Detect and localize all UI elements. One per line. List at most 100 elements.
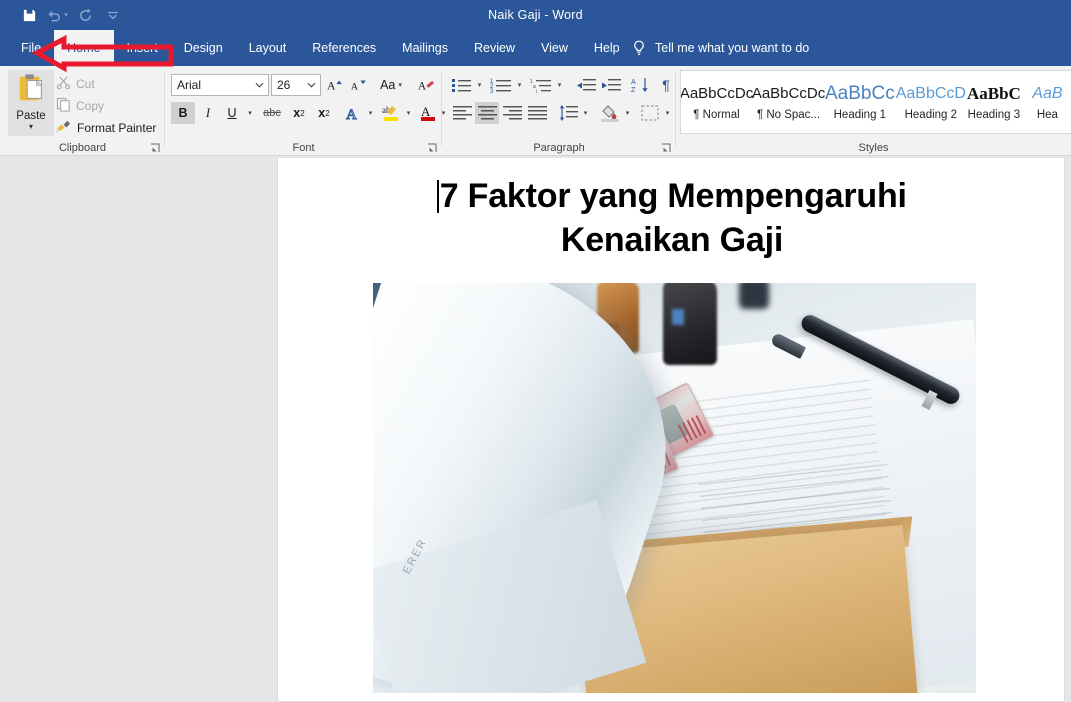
- tab-layout[interactable]: Layout: [236, 30, 300, 66]
- paragraph-dialog-launcher[interactable]: [660, 141, 672, 153]
- style-label: Hea: [1036, 108, 1058, 121]
- image-figurine-far: [739, 283, 769, 309]
- shrink-font-button[interactable]: A: [348, 74, 370, 96]
- multilevel-list-button[interactable]: 1ai: [528, 74, 554, 96]
- shading-chevron-down-icon[interactable]: ▾: [621, 102, 634, 124]
- style-label: Heading 1: [833, 108, 887, 121]
- font-name-input[interactable]: Arial: [171, 74, 269, 96]
- bold-button[interactable]: B: [171, 102, 195, 124]
- ribbon-group-font: Arial 26 A A Aa ▾ A B I U ▾ abc x 2 x 2 …: [165, 66, 445, 156]
- lightbulb-icon: [632, 40, 646, 57]
- subscript-label: x: [293, 106, 301, 120]
- bold-label: B: [178, 106, 188, 120]
- style-heading-4[interactable]: AaB Hea: [1022, 71, 1071, 133]
- italic-button[interactable]: I: [197, 102, 219, 124]
- change-case-label: Aa: [380, 78, 396, 92]
- document-image[interactable]: 100000 100000 100000: [373, 283, 976, 693]
- style-preview: AaB: [1032, 84, 1063, 102]
- decrease-indent-button[interactable]: [574, 74, 598, 96]
- justify-button[interactable]: [525, 102, 549, 124]
- align-right-button[interactable]: [500, 102, 524, 124]
- italic-label: I: [205, 105, 211, 120]
- tab-help[interactable]: Help: [581, 30, 633, 66]
- numbering-chevron-down-icon[interactable]: ▾: [513, 74, 526, 96]
- customize-quick-access-chevron-down-icon[interactable]: [100, 3, 126, 27]
- underline-chevron-down-icon[interactable]: ▾: [243, 102, 257, 124]
- undo-icon[interactable]: ▾: [44, 3, 70, 27]
- font-dialog-launcher[interactable]: [426, 141, 438, 153]
- format-painter-label: Format Painter: [77, 121, 157, 135]
- increase-indent-button[interactable]: [599, 74, 623, 96]
- copy-button[interactable]: Copy: [56, 96, 104, 116]
- shading-button[interactable]: [598, 102, 622, 124]
- cut-button[interactable]: Cut: [56, 74, 95, 94]
- document-page[interactable]: 7 Faktor yang Mempengaruhi Kenaikan Gaji: [277, 158, 1065, 702]
- redo-icon[interactable]: [72, 3, 98, 27]
- text-cursor: [437, 180, 439, 213]
- bullets-chevron-down-icon[interactable]: ▾: [473, 74, 486, 96]
- font-color-button[interactable]: A: [417, 102, 439, 124]
- clipboard-dialog-launcher[interactable]: [149, 141, 161, 153]
- grow-font-button[interactable]: A: [325, 74, 347, 96]
- show-hide-marks-button[interactable]: ¶: [656, 74, 676, 96]
- svg-text:A: A: [327, 80, 336, 93]
- text-effects-chevron-down-icon[interactable]: ▾: [364, 102, 377, 124]
- font-name-value: Arial: [177, 78, 202, 92]
- image-figurine-dark-accent: [672, 309, 684, 325]
- tab-review[interactable]: Review: [461, 30, 528, 66]
- line-spacing-button[interactable]: [556, 102, 580, 124]
- save-icon[interactable]: [16, 3, 42, 27]
- text-highlight-color-button[interactable]: ab: [379, 102, 403, 124]
- style-label: ¶ Normal: [693, 108, 740, 121]
- superscript-button[interactable]: x2: [312, 102, 336, 124]
- tell-me-label: Tell me what you want to do: [655, 41, 810, 55]
- paste-button[interactable]: Paste ▾: [8, 70, 54, 136]
- style-no-spacing[interactable]: AaBbCcDc ¶ No Spac...: [751, 71, 826, 133]
- borders-button[interactable]: [638, 102, 662, 124]
- font-size-input[interactable]: 26: [271, 74, 321, 96]
- change-case-button[interactable]: Aa ▾: [374, 74, 408, 96]
- tab-insert[interactable]: Insert: [114, 30, 171, 66]
- font-name-chevron-down-icon[interactable]: [251, 75, 268, 95]
- style-preview: AaBbCcDc: [751, 84, 826, 102]
- ribbon-tabs: File Home Insert Design Layout Reference…: [8, 30, 633, 66]
- underline-label: U: [227, 106, 237, 120]
- tab-view[interactable]: View: [528, 30, 581, 66]
- tab-design[interactable]: Design: [171, 30, 236, 66]
- multilevel-chevron-down-icon[interactable]: ▾: [553, 74, 566, 96]
- ribbon-group-paragraph: ▾ 123 ▾ 1ai ▾ AZ ¶ ▾ ▾ ▾ Paragraph: [442, 66, 676, 156]
- strikethrough-button[interactable]: abc: [259, 102, 285, 124]
- align-center-button[interactable]: [475, 102, 499, 124]
- style-preview: AaBbCcD: [895, 84, 966, 102]
- text-effects-button[interactable]: A: [341, 102, 365, 124]
- svg-text:A: A: [417, 80, 426, 92]
- style-heading-2[interactable]: AaBbCcD Heading 2: [896, 71, 967, 133]
- tell-me-search[interactable]: Tell me what you want to do: [632, 30, 809, 66]
- sort-button[interactable]: AZ: [629, 74, 653, 96]
- paste-chevron-down-icon[interactable]: ▾: [29, 123, 33, 131]
- line-spacing-chevron-down-icon[interactable]: ▾: [579, 102, 592, 124]
- align-left-button[interactable]: [450, 102, 474, 124]
- style-heading-3[interactable]: AaBbC Heading 3: [967, 71, 1022, 133]
- document-heading[interactable]: 7 Faktor yang Mempengaruhi Kenaikan Gaji: [338, 174, 1006, 262]
- style-heading-1[interactable]: AaBbCc Heading 1: [825, 71, 896, 133]
- underline-button[interactable]: U: [221, 102, 243, 124]
- subscript-button[interactable]: x2: [287, 102, 311, 124]
- ribbon-group-clipboard: Paste ▾ Cut Copy Format Painter Clipboar…: [0, 66, 165, 156]
- font-size-value: 26: [277, 78, 291, 92]
- numbering-button[interactable]: 123: [488, 74, 514, 96]
- style-normal[interactable]: AaBbCcDc ¶ Normal: [681, 71, 753, 133]
- text-highlight-chevron-down-icon[interactable]: ▾: [402, 102, 415, 124]
- clear-formatting-button[interactable]: A: [413, 74, 437, 96]
- svg-text:A: A: [346, 107, 357, 122]
- tab-mailings[interactable]: Mailings: [389, 30, 461, 66]
- borders-chevron-down-icon[interactable]: ▾: [661, 102, 674, 124]
- tab-references[interactable]: References: [299, 30, 389, 66]
- tab-home[interactable]: Home: [54, 30, 114, 66]
- window-title: Naik Gaji - Word: [488, 8, 583, 22]
- font-size-chevron-down-icon[interactable]: [303, 75, 320, 95]
- tab-file[interactable]: File: [8, 30, 54, 66]
- pilcrow-icon: ¶: [662, 77, 670, 93]
- format-painter-button[interactable]: Format Painter: [56, 118, 156, 138]
- bullets-button[interactable]: [450, 74, 474, 96]
